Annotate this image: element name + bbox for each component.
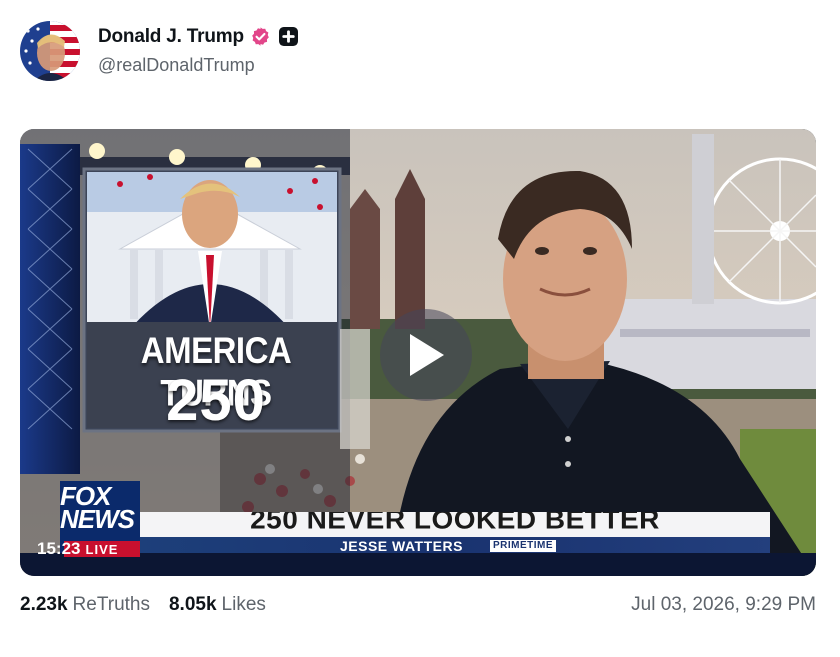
- network-logo: FOX NEWS: [60, 483, 140, 534]
- chyron-headline: 250 NEVER LOOKED BETTER: [140, 512, 770, 537]
- post-timestamp[interactable]: Jul 03, 2026, 9:29 PM: [631, 594, 816, 616]
- verified-badge-icon: [250, 26, 271, 47]
- chyron-headline-text: 250 NEVER LOOKED BETTER: [250, 512, 660, 535]
- likes-label[interactable]: Likes: [222, 594, 266, 616]
- retruths-count[interactable]: 2.23k: [20, 594, 68, 616]
- insert-number: 250: [166, 368, 266, 433]
- network-logo-line2: NEWS: [60, 504, 135, 534]
- author-display-name[interactable]: Donald J. Trump: [98, 26, 244, 48]
- chyron-show-name: JESSE WATTERS: [340, 538, 463, 554]
- plus-badge-icon: [278, 27, 298, 46]
- engagement-stats: 2.23k ReTruths 8.05k Likes: [20, 594, 266, 616]
- video-player[interactable]: AMERICA TURNS 250 FOX NEWS LIVE 15:23 25…: [20, 129, 816, 576]
- author-handle[interactable]: @realDonaldTrump: [98, 55, 298, 76]
- likes-count[interactable]: 8.05k: [169, 594, 217, 616]
- chyron-show-tag: PRIMETIME: [490, 540, 557, 552]
- retruths-label[interactable]: ReTruths: [73, 594, 150, 616]
- author-avatar[interactable]: [20, 21, 80, 81]
- post-header: Donald J. Trump @realDonaldTrump: [20, 20, 298, 82]
- play-button[interactable]: [380, 309, 472, 401]
- broadcast-clock: 15:23: [37, 539, 81, 558]
- play-icon: [410, 334, 444, 376]
